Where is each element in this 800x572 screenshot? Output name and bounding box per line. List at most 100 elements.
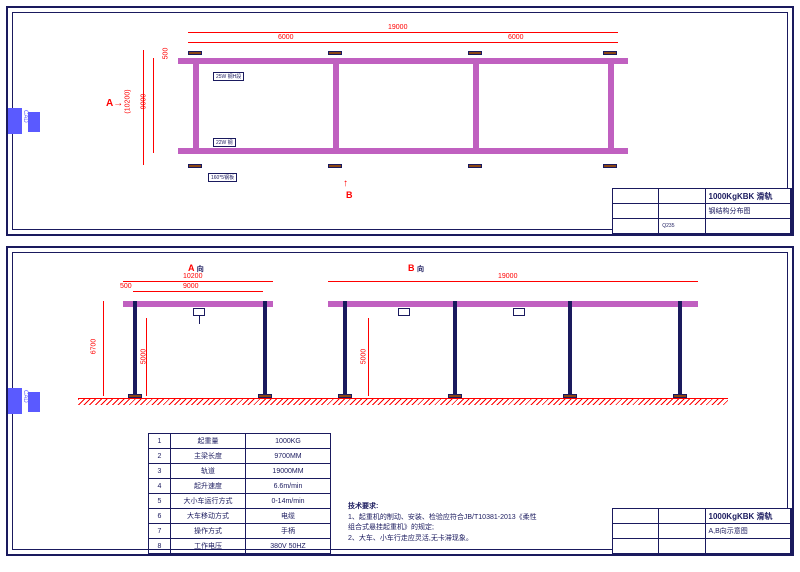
spec-label: 工作电压: [171, 539, 246, 554]
column-base: [468, 51, 482, 55]
title-block-2: 1000KgKBK 滑轨 A,B向示意图: [612, 508, 792, 554]
spec-row: 1起重量1000KG: [149, 434, 331, 449]
dim-width-ext: (10200): [125, 89, 132, 113]
b-view-beam: [328, 301, 698, 307]
tb-cell: [706, 219, 792, 233]
spec-label: 大车移动方式: [171, 509, 246, 524]
dim-line: [188, 32, 618, 33]
leader-label-2: 22W 钢: [213, 138, 236, 147]
a-view-beam: [123, 301, 273, 307]
dim-a-clear: 5000: [140, 349, 147, 365]
cad-side-tab: CAD: [8, 108, 22, 134]
spec-label: 轨道: [171, 464, 246, 479]
top-view-canvas: 19000 6000 6000 9000 (10200) 500 A→ ↑ B …: [108, 28, 772, 214]
a-view-post-2: [263, 301, 267, 396]
dim-span2: 6000: [508, 34, 524, 41]
ground-hatch: [78, 399, 728, 405]
hoist-icon: [513, 308, 525, 316]
spec-label: 起升速度: [171, 479, 246, 494]
view-b-label: B 向: [408, 263, 424, 274]
hook-icon: [199, 316, 200, 324]
spec-num: 5: [149, 494, 171, 509]
dim-a-offset: 500: [120, 283, 132, 290]
dim-offset: 500: [162, 48, 169, 60]
tb-cell: [613, 524, 659, 538]
leader-label-3: 160*5钢板: [208, 173, 237, 182]
tb-cell: [659, 539, 705, 553]
tb-cell: [613, 204, 659, 218]
spec-value: 19000MM: [246, 464, 331, 479]
dim-a-span: 9000: [183, 283, 199, 290]
tb-cell: [659, 524, 705, 538]
b-view-post: [568, 301, 572, 396]
drawing-title: 1000KgKBK 滑轨: [706, 509, 792, 523]
spec-row: 3轨道19000MM: [149, 464, 331, 479]
tb-cell: [613, 219, 659, 233]
dim-line-v: [153, 58, 154, 153]
cross-beam-4: [608, 58, 614, 153]
tb-cell: [659, 189, 705, 203]
spec-row: 7操作方式手柄: [149, 524, 331, 539]
column-base: [188, 164, 202, 168]
spec-num: 1: [149, 434, 171, 449]
tb-cell: [659, 204, 705, 218]
dim-a-total: 10200: [183, 273, 202, 280]
leader-label-1: 25W 钢H段: [213, 72, 244, 81]
tb-material: Q235: [659, 219, 705, 233]
spec-row: 4起升速度6.6m/min: [149, 479, 331, 494]
spec-value: 手柄: [246, 524, 331, 539]
note-1: 1、起重机的制动、安装、检验应符合JB/T10381-2013《柔性组合式悬挂起…: [348, 513, 538, 534]
spec-table: 1起重量1000KG2主梁长度9700MM3轨道19000MM4起升速度6.6m…: [148, 433, 331, 554]
column-base: [603, 164, 617, 168]
spec-label: 起重量: [171, 434, 246, 449]
spec-value: 1000KG: [246, 434, 331, 449]
top-rail: [178, 58, 628, 64]
tb-cell: [613, 539, 659, 553]
column-base: [468, 164, 482, 168]
column-base: [603, 51, 617, 55]
tb-cell: [613, 189, 659, 203]
cross-beam-1: [193, 58, 199, 153]
hoist-icon: [398, 308, 410, 316]
hoist-icon: [193, 308, 205, 316]
b-view-post: [343, 301, 347, 396]
spec-num: 6: [149, 509, 171, 524]
tb-cell: [659, 509, 705, 523]
drawing-sheet-1: CAD 19000 6000 6000 9000 (10200) 500 A→ …: [6, 6, 794, 236]
column-base: [328, 164, 342, 168]
spec-value: 380V 50HZ: [246, 539, 331, 554]
cross-beam-2: [333, 58, 339, 153]
dim-line: [328, 281, 698, 282]
spec-label: 主梁长度: [171, 449, 246, 464]
dim-total-length: 19000: [388, 24, 407, 31]
bottom-rail: [178, 148, 628, 154]
spec-value: 6.6m/min: [246, 479, 331, 494]
spec-num: 8: [149, 539, 171, 554]
column-base: [188, 51, 202, 55]
note-2: 2、大车、小车行走应灵活,无卡滞现象。: [348, 534, 538, 545]
spec-label: 操作方式: [171, 524, 246, 539]
dim-span1: 6000: [278, 34, 294, 41]
view-arrow-b: ↑: [343, 178, 348, 189]
dim-line: [123, 281, 273, 282]
drawing-title: 1000KgKBK 滑轨: [706, 189, 792, 203]
tb-cell: [613, 509, 659, 523]
cad-side-tab: CAD: [8, 388, 22, 414]
spec-num: 4: [149, 479, 171, 494]
view-label-b: B: [346, 190, 353, 200]
cross-beam-3: [473, 58, 479, 153]
dim-b-total: 19000: [498, 273, 517, 280]
drawing-subtitle: A,B向示意图: [706, 524, 792, 538]
spec-value: 9700MM: [246, 449, 331, 464]
technical-notes: 技术要求: 1、起重机的制动、安装、检验应符合JB/T10381-2013《柔性…: [348, 502, 538, 544]
dim-line: [133, 291, 263, 292]
spec-num: 3: [149, 464, 171, 479]
dim-line-v: [368, 318, 369, 396]
dim-line: [188, 42, 618, 43]
spec-value: 0-14m/min: [246, 494, 331, 509]
view-arrow-a: A→: [106, 98, 123, 109]
column-base: [328, 51, 342, 55]
b-view-post: [678, 301, 682, 396]
spec-num: 7: [149, 524, 171, 539]
spec-row: 6大车移动方式电缆: [149, 509, 331, 524]
